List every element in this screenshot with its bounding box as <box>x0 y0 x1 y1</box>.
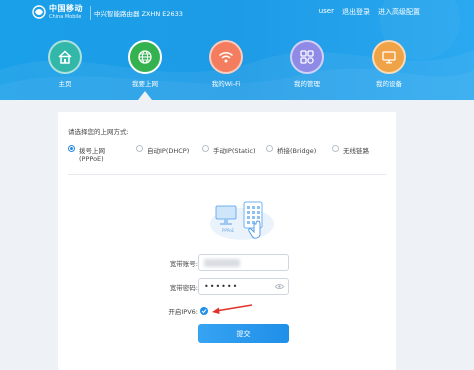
option-dhcp[interactable]: 自动IP(DHCP) <box>136 145 189 155</box>
option-static[interactable]: 手动IP(Static) <box>202 145 256 155</box>
radio-button[interactable] <box>136 145 143 152</box>
monitor-icon <box>382 51 396 64</box>
radio-button[interactable] <box>332 145 339 152</box>
nav-circle <box>372 40 406 74</box>
logout-link[interactable]: 退出登录 <box>342 7 370 17</box>
radio-button[interactable] <box>68 145 75 152</box>
nav-label: 我的Wi-Fi <box>211 80 241 88</box>
nav-item-devices[interactable]: 我的设备 <box>371 40 407 88</box>
username: user <box>318 7 334 15</box>
internet-settings-panel: 请选择您的上网方式: 拨号上网 (PPPoE) 自动IP(DHCP) 手动IP(… <box>58 112 396 370</box>
router-model: 中兴智能路由器 ZXHN E2633 <box>94 10 183 18</box>
pppoe-illustration-icon: PPPoE <box>210 201 274 240</box>
illustration-label: PPPoE <box>222 228 235 233</box>
ipv6-label: 开启IPV6: <box>168 307 198 316</box>
option-label: 手动IP(Static) <box>213 147 256 155</box>
top-links: user 退出登录 进入高级配置 <box>319 7 420 17</box>
password-row: 宽带密码: •••••• <box>58 278 396 295</box>
nav-item-wifi[interactable]: 我的Wi-Fi <box>208 40 244 88</box>
nav-item-home[interactable]: 主页 <box>47 40 83 88</box>
option-label: 桥接(Bridge) <box>277 147 317 155</box>
account-value-blurred <box>204 258 240 267</box>
account-input[interactable] <box>198 254 289 271</box>
brand-name-en: China Mobile <box>49 14 82 20</box>
option-label-line2: (PPPoE) <box>79 155 104 163</box>
nav-circle <box>128 40 162 74</box>
option-label: 自动IP(DHCP) <box>147 147 190 155</box>
brand-text: 中国移动 China Mobile <box>49 4 83 20</box>
nav-label: 我的设备 <box>376 80 402 88</box>
nav-item-management[interactable]: 我的管理 <box>289 40 325 88</box>
submit-button[interactable]: 提交 <box>198 324 289 343</box>
home-icon <box>58 50 72 64</box>
header-divider <box>90 6 91 20</box>
nav-circle <box>209 40 243 74</box>
nav-label: 我的管理 <box>294 80 320 88</box>
china-mobile-logo-icon <box>32 5 46 19</box>
option-label-line1: 拨号上网 <box>79 147 105 155</box>
password-label: 宽带密码: <box>169 283 198 292</box>
option-label: 无线链路 <box>343 147 369 155</box>
connection-type-prompt: 请选择您的上网方式: <box>68 128 129 136</box>
radio-button[interactable] <box>202 145 209 152</box>
password-input[interactable]: •••••• <box>198 278 289 295</box>
red-arrow-annotation-icon <box>212 304 253 314</box>
account-label: 宽带账号: <box>169 259 198 268</box>
nav-item-internet[interactable]: 我要上网 <box>127 40 163 88</box>
radio-button[interactable] <box>266 145 273 152</box>
nav-label: 主页 <box>58 80 72 88</box>
ipv6-checkbox[interactable] <box>200 306 208 315</box>
brand-logo[interactable]: 中国移动 China Mobile <box>32 4 83 20</box>
globe-icon <box>138 50 152 64</box>
advanced-config-link[interactable]: 进入高级配置 <box>378 7 420 17</box>
option-wireless-link[interactable]: 无线链路 <box>332 145 369 155</box>
section-divider <box>68 174 386 175</box>
option-bridge[interactable]: 桥接(Bridge) <box>266 145 316 155</box>
nav-label: 我要上网 <box>132 80 158 88</box>
nav-circle <box>48 40 82 74</box>
option-pppoe[interactable]: 拨号上网 (PPPoE) <box>68 145 105 163</box>
password-value: •••••• <box>204 282 239 291</box>
show-password-eye-icon[interactable] <box>275 283 284 290</box>
checkmark-icon <box>201 308 207 313</box>
option-label: 拨号上网 (PPPoE) <box>79 145 105 163</box>
active-nav-pointer <box>138 91 152 100</box>
header: 中国移动 China Mobile 中兴智能路由器 ZXHN E2633 use… <box>0 0 474 100</box>
nav-circle <box>290 40 324 74</box>
account-row: 宽带账号: <box>58 254 396 271</box>
grid-icon <box>300 50 314 64</box>
brand-name-cn: 中国移动 <box>49 4 83 13</box>
wifi-icon <box>218 52 234 63</box>
